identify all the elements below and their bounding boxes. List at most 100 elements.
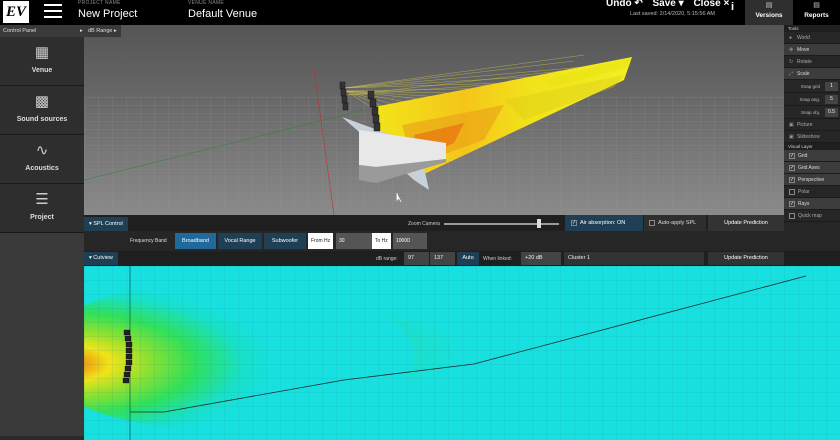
cutview-spl-map[interactable] [84,266,840,440]
speaker-array-icon: ▩ [34,93,50,110]
from-hz-input[interactable]: 30 [336,233,372,249]
layer-label: Perspective [798,177,825,183]
checkbox-checked-icon[interactable]: ✓ [789,152,795,159]
tool-move[interactable]: ✥ Move [784,44,840,56]
venue-name-block[interactable]: VENUE NAME Default Venue [188,0,257,22]
versions-button[interactable]: ▤ Versions [745,0,793,25]
top-bar: EV PROJECT NAME New Project VENUE NAME D… [0,0,840,25]
when-linked-input[interactable]: +20 dB [521,252,561,265]
band-subwoofer-button[interactable]: Subwoofer [264,233,306,249]
layer-perspective[interactable]: ✓ Perspective [784,174,840,186]
tool-world[interactable]: ● World [784,32,840,44]
auto-db-button[interactable]: Auto [457,252,479,265]
db-range-label: dB Range [88,28,113,34]
layer-polar[interactable]: Polar [784,186,840,198]
checkbox-checked-icon[interactable]: ✓ [789,176,795,183]
cutview-panel[interactable] [84,266,840,440]
db-min-input[interactable]: 97 [404,252,429,265]
db-max-input[interactable]: 137 [430,252,455,265]
nav-project[interactable]: ☰ Project [0,184,84,233]
frequency-band-bar: Frequency Band Broadband Vocal Range Sub… [84,231,784,251]
zoom-camera-slider[interactable] [444,223,559,225]
reports-label: Reports [804,12,829,19]
close-button[interactable]: Close × [693,0,729,9]
control-panel: Control Panel ▸ ▦ Venue ▩ Sound sources … [0,25,84,440]
info-icon[interactable]: i [731,1,734,13]
spl-control-toggle[interactable]: ▾ SPL Control [84,217,128,231]
chevron-right-icon: ▸ [80,28,83,34]
to-hz-input[interactable]: 10000 [393,233,427,249]
tool-rotate[interactable]: ↻ Rotate [784,56,840,68]
last-saved-text: Last saved: 2/14/2020, 5:15:56 AM [630,11,716,17]
zoom-camera-label: Zoom Camera [408,221,440,227]
cutview-update-prediction-button[interactable]: Update Prediction [708,252,784,265]
checkbox-checked-icon[interactable]: ✓ [789,164,795,171]
3d-scene[interactable] [84,25,784,215]
tools-panel: Tools ● World ✥ Move ↻ Rotate ⤢ Scale Snap g… [784,25,840,265]
band-vocal-range-button[interactable]: Vocal Range [218,233,262,249]
hamburger-menu-icon[interactable] [44,4,62,19]
reports-button[interactable]: ▤ Reports [793,0,840,25]
when-linked-label: When linked: [483,256,512,262]
tool-scale[interactable]: ⤢ Scale [784,68,840,80]
checkbox-checked-icon[interactable]: ✓ [789,200,795,207]
snap-object-input[interactable]: 0.5 [825,108,838,117]
auto-apply-label: Auto-apply SPL [658,220,697,226]
project-name[interactable]: New Project [78,6,137,22]
tool-slideshow[interactable]: ▣ Slideshow [784,131,840,143]
app-window: EV PROJECT NAME New Project VENUE NAME D… [0,0,840,440]
spl-control-title: SPL Control [93,221,123,227]
save-button[interactable]: Save ▾ [653,0,684,9]
air-absorption-toggle[interactable]: ✓ Air absorption: ON [565,215,643,231]
snap-angle-input[interactable]: 5 [825,95,838,104]
control-panel-toggle[interactable]: Control Panel ▸ [0,25,84,37]
layer-grid-axes[interactable]: ✓ Grid Axes [784,162,840,174]
venue-name[interactable]: Default Venue [188,6,257,22]
frequency-band-label: Frequency Band [130,238,167,244]
cutview-toggle[interactable]: ▾ Cutview [84,252,118,265]
layer-label: Grid Axes [798,165,820,171]
reports-icon: ▤ [813,2,820,9]
venue-icon: ▦ [34,44,50,61]
snap-grid-input[interactable]: 1 [825,82,838,91]
nav-label: Sound sources [16,116,68,123]
snap-grid-label: Snap grid [800,84,820,89]
edit-actions: Undo ↶ Save ▾ Close × [606,0,736,9]
slideshow-icon: ▣ [789,134,794,140]
layer-quick-map[interactable]: Quick map [784,210,840,222]
cluster-select[interactable]: Cluster 1 [564,252,704,265]
nav-venue[interactable]: ▦ Venue [0,37,84,86]
layer-grid[interactable]: ✓ Grid [784,150,840,162]
band-broadband-button[interactable]: Broadband [175,233,216,249]
tool-picture[interactable]: ▣ Picture [784,119,840,131]
db-range-toggle[interactable]: dB Range ▸ [84,25,121,37]
cutview-bar: ▾ Cutview dB range: 97 137 Auto When lin… [84,251,840,266]
update-prediction-button[interactable]: Update Prediction [708,215,784,231]
zoom-camera-slider-handle[interactable] [537,219,542,228]
undo-button[interactable]: Undo ↶ [606,0,643,9]
layer-label: Polar [798,189,810,195]
checkbox-unchecked-icon[interactable] [789,212,795,219]
waveform-icon: ∿ [35,142,49,159]
layer-rays[interactable]: ✓ Rays [784,198,840,210]
nav-acoustics[interactable]: ∿ Acoustics [0,135,84,184]
globe-icon: ● [789,35,793,41]
project-name-block[interactable]: PROJECT NAME New Project [78,0,137,22]
ev-logo: EV [3,1,29,23]
auto-apply-spl-toggle[interactable]: Auto-apply SPL [644,215,706,231]
snap-grid-row: Snap grid 1 [784,80,840,93]
checkbox-unchecked-icon [649,219,655,226]
air-absorption-label: Air absorption: ON [580,220,626,226]
nav-label: Venue [31,67,53,74]
3d-viewport[interactable] [84,25,784,215]
tool-label: Rotate [797,59,812,65]
camera-icon: ▣ [789,122,794,128]
control-panel-label: Control Panel [3,28,37,34]
to-hz-label: To Hz [372,233,391,249]
snap-angle-row: Snap ang. 5 [784,93,840,106]
checkbox-unchecked-icon[interactable] [789,188,795,195]
tool-label: Slideshow [797,134,820,140]
checkbox-checked-icon: ✓ [571,219,577,226]
rotate-icon: ↻ [789,59,794,65]
nav-sound-sources[interactable]: ▩ Sound sources [0,86,84,135]
